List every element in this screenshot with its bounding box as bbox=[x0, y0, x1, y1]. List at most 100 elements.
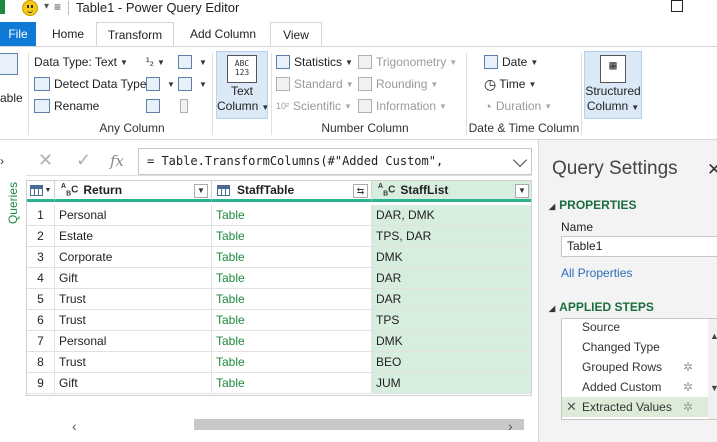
applied-step[interactable]: Source bbox=[562, 319, 717, 337]
duration-button[interactable]: ◔ Duration ▼ bbox=[484, 97, 552, 115]
horizontal-scrollbar[interactable]: ‹ › bbox=[26, 416, 532, 434]
cell-stafftable-link[interactable]: Table bbox=[212, 226, 372, 247]
cell-return[interactable]: Trust bbox=[55, 289, 212, 310]
cell-return[interactable]: Personal bbox=[55, 331, 212, 352]
cell-return[interactable]: Trust bbox=[55, 310, 212, 331]
formula-input[interactable]: = Table.TransformColumns(#"Added Custom"… bbox=[138, 148, 532, 175]
scientific-button[interactable]: 10² Scientific ▼ bbox=[276, 97, 352, 115]
data-type-dropdown[interactable]: Data Type: Text ▼ bbox=[34, 53, 128, 71]
cell-stafftable-link[interactable]: Table bbox=[212, 352, 372, 373]
confirm-icon[interactable]: ✓ bbox=[76, 150, 91, 171]
row-number[interactable]: 5 bbox=[27, 289, 55, 310]
cell-return[interactable]: Trust bbox=[55, 352, 212, 373]
tab-file[interactable]: File bbox=[0, 22, 36, 46]
cell-stafftable-link[interactable]: Table bbox=[212, 310, 372, 331]
detect-data-type-button[interactable]: Detect Data Type bbox=[34, 75, 147, 93]
pivot-column-button[interactable] bbox=[146, 97, 164, 115]
scroll-down-icon[interactable]: ▼ bbox=[710, 383, 717, 393]
cell-stafftable-link[interactable]: Table bbox=[212, 205, 372, 226]
convert-to-list-button[interactable] bbox=[180, 97, 192, 115]
gear-icon[interactable]: ✲ bbox=[683, 397, 693, 417]
filter-dropdown-icon[interactable]: ▼ bbox=[515, 184, 529, 198]
chevron-down-icon[interactable] bbox=[512, 152, 528, 168]
date-button[interactable]: Date ▼ bbox=[484, 53, 538, 71]
tab-transform[interactable]: Transform bbox=[96, 22, 174, 46]
cell-stafftable-link[interactable]: Table bbox=[212, 268, 372, 289]
steps-scrollbar[interactable]: ▲ ▼ bbox=[708, 319, 717, 419]
applied-step[interactable]: ✕ Extracted Values ✲ bbox=[562, 397, 717, 417]
time-button[interactable]: ◷ Time ▼ bbox=[484, 75, 536, 93]
applied-step[interactable]: Added Custom ✲ bbox=[562, 377, 717, 397]
fx-icon[interactable]: fx bbox=[110, 152, 124, 170]
queries-pane[interactable]: › Queries bbox=[0, 140, 20, 442]
cell-return[interactable]: Gift bbox=[55, 373, 212, 394]
row-number[interactable]: 8 bbox=[27, 352, 55, 373]
expand-column-icon[interactable]: ⇆ bbox=[353, 184, 368, 198]
cell-stafflist[interactable]: DAR, DMK bbox=[372, 205, 531, 226]
scroll-up-icon[interactable]: ▲ bbox=[710, 331, 717, 341]
cell-stafftable-link[interactable]: Table bbox=[212, 331, 372, 352]
cell-stafftable-link[interactable]: Table bbox=[212, 289, 372, 310]
filter-dropdown-icon[interactable]: ▼ bbox=[194, 184, 208, 198]
rounding-button[interactable]: Rounding ▼ bbox=[358, 75, 438, 93]
cell-return[interactable]: Corporate bbox=[55, 247, 212, 268]
row-number[interactable]: 6 bbox=[27, 310, 55, 331]
applied-steps-section-header[interactable]: ◢ APPLIED STEPS bbox=[549, 300, 654, 314]
column-header-return[interactable]: ABC Return ▼ bbox=[55, 181, 212, 202]
tab-home[interactable]: Home bbox=[40, 22, 96, 46]
unpivot-columns-button[interactable]: ▼ bbox=[178, 53, 207, 71]
cell-stafftable-link[interactable]: Table bbox=[212, 373, 372, 394]
cell-stafflist[interactable]: TPS, DAR bbox=[372, 226, 531, 247]
rename-button[interactable]: Rename bbox=[34, 97, 99, 115]
send-feedback-smiley-icon[interactable] bbox=[22, 0, 38, 16]
information-button[interactable]: Information ▼ bbox=[358, 97, 447, 115]
gear-icon[interactable]: ✲ bbox=[683, 377, 693, 397]
fill-button[interactable]: ▼ bbox=[146, 75, 175, 93]
tab-add-column[interactable]: Add Column bbox=[178, 22, 268, 46]
statistics-button[interactable]: Statistics ▼ bbox=[276, 53, 353, 71]
column-header-stafflist[interactable]: ABC StaffList ▼ bbox=[372, 181, 531, 202]
query-name-field[interactable]: Table1 bbox=[561, 236, 717, 257]
row-number[interactable]: 1 bbox=[27, 205, 55, 226]
all-properties-link[interactable]: All Properties bbox=[561, 266, 632, 280]
cell-stafflist[interactable]: DAR bbox=[372, 289, 531, 310]
trigonometry-button[interactable]: Trigonometry ▼ bbox=[358, 53, 457, 71]
row-number[interactable]: 3 bbox=[27, 247, 55, 268]
chevron-right-icon[interactable]: › bbox=[0, 154, 4, 168]
cancel-icon[interactable]: ✕ bbox=[38, 150, 53, 171]
row-number[interactable]: 9 bbox=[27, 373, 55, 394]
table-menu-button[interactable]: ▼ bbox=[27, 181, 55, 202]
row-number[interactable]: 4 bbox=[27, 268, 55, 289]
scrollbar-thumb[interactable] bbox=[194, 419, 524, 430]
partial-table-icon[interactable] bbox=[0, 53, 18, 75]
cell-return[interactable]: Personal bbox=[55, 205, 212, 226]
row-number[interactable]: 2 bbox=[27, 226, 55, 247]
replace-values-button[interactable]: ¹₂ ▼ bbox=[146, 53, 165, 71]
delete-step-icon[interactable]: ✕ bbox=[566, 397, 577, 417]
text-column-button[interactable]: ABC 123 Text Column ▼ bbox=[216, 51, 269, 119]
cell-stafflist[interactable]: DAR bbox=[372, 268, 531, 289]
cell-stafflist[interactable]: TPS bbox=[372, 310, 531, 331]
applied-step[interactable]: Grouped Rows ✲ bbox=[562, 357, 717, 377]
applied-step[interactable]: Changed Type bbox=[562, 337, 717, 357]
cell-return[interactable]: Estate bbox=[55, 226, 212, 247]
close-icon[interactable]: ✕ bbox=[707, 160, 717, 180]
move-button[interactable]: ▼ bbox=[178, 75, 207, 93]
maximize-icon[interactable] bbox=[671, 0, 683, 12]
standard-button[interactable]: Standard ▼ bbox=[276, 75, 354, 93]
cell-return[interactable]: Gift bbox=[55, 268, 212, 289]
row-number[interactable]: 7 bbox=[27, 331, 55, 352]
scroll-left-icon[interactable]: ‹ bbox=[72, 418, 77, 434]
tab-view[interactable]: View bbox=[270, 22, 322, 46]
cell-stafftable-link[interactable]: Table bbox=[212, 247, 372, 268]
cell-stafflist[interactable]: BEO bbox=[372, 352, 531, 373]
quick-access-dropdown-icon[interactable]: ▾ bbox=[44, 1, 49, 12]
cell-stafflist[interactable]: DMK bbox=[372, 247, 531, 268]
gear-icon[interactable]: ✲ bbox=[683, 357, 693, 377]
cell-stafflist[interactable]: DMK bbox=[372, 331, 531, 352]
cell-stafflist[interactable]: JUM bbox=[372, 373, 531, 394]
properties-section-header[interactable]: ◢ PROPERTIES bbox=[549, 198, 637, 212]
structured-column-button[interactable]: ▦ Structured Column ▼ bbox=[584, 51, 642, 119]
scroll-right-icon[interactable]: › bbox=[508, 418, 513, 434]
column-header-stafftable[interactable]: StaffTable ⇆ bbox=[212, 181, 372, 202]
